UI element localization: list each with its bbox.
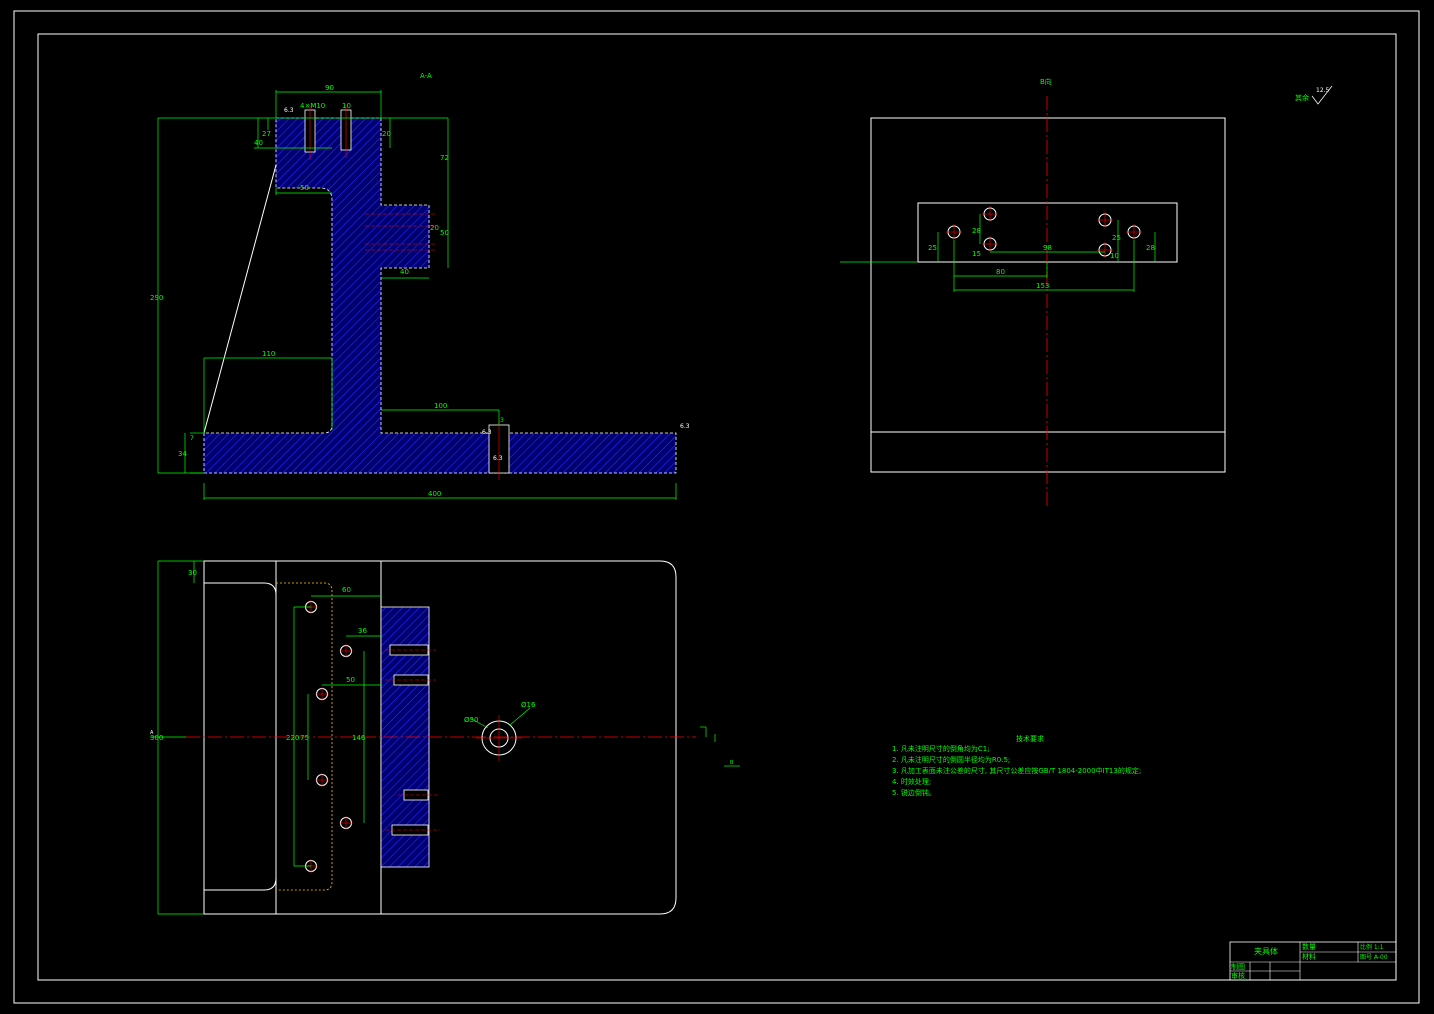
tech-req-item-4: 4. 时效处理; <box>892 777 931 786</box>
p-dim-d30: Ø30 <box>464 716 478 724</box>
section-view-label: A-A <box>420 72 432 80</box>
dim-72: 72 <box>440 154 449 162</box>
b-dim-28b: 28 <box>1146 244 1155 252</box>
p-dim-60: 60 <box>342 586 351 594</box>
dim-290: 290 <box>150 294 163 302</box>
dim-90: 90 <box>325 84 334 92</box>
dim-50b: 50 <box>440 229 449 237</box>
b-dim-98: 98 <box>1043 244 1052 252</box>
title-block: 夹具体 数量 材料 比例 1:1 图号 A-00 制图 审核 <box>1229 941 1397 981</box>
dim-20: 20 <box>382 130 391 138</box>
dim-3: 3 <box>500 417 504 424</box>
drawing-sheet: A-A 90 4×M10 10 20 27 40 72 50 20 50 40 … <box>13 10 1420 1004</box>
dim-40: 40 <box>254 139 263 147</box>
p-dim-75: 75 <box>300 734 309 742</box>
dim-400: 400 <box>428 490 441 498</box>
section-mark-b: B <box>730 760 734 766</box>
p-dim-30: 30 <box>188 569 197 577</box>
title-checked-by: 审核 <box>1231 971 1245 980</box>
roughness-note: 其余 <box>1295 93 1309 102</box>
roughness-2: 6.3 <box>680 423 690 430</box>
rib-edge <box>203 164 277 434</box>
b-dim-25: 25 <box>928 244 937 252</box>
b-dim-10: 10 <box>1110 252 1119 260</box>
view-b: B向 其余 12.5 25 28 15 98 25 10 28 80 153 <box>840 77 1333 508</box>
dim-7: 7 <box>190 435 194 442</box>
title-drawing-no: 图号 A-00 <box>1360 954 1388 961</box>
plan-outline <box>203 560 677 915</box>
dim-hole-callout: 4×M10 <box>300 102 325 110</box>
dim-110: 110 <box>262 350 275 358</box>
dim-34: 34 <box>178 450 187 458</box>
technical-requirements: 技术要求 1. 凡未注明尺寸的倒角均为C1; 2. 凡未注明尺寸的倒圆半径均为R… <box>892 734 1141 797</box>
plan-view: 30 60 36 50 300 220 75 146 Ø30 Ø16 A B <box>150 560 740 915</box>
dim-100: 100 <box>434 402 447 410</box>
title-scale: 比例 1:1 <box>1360 943 1384 951</box>
roughness-4: 6.3 <box>493 455 503 462</box>
roughness-1: 6.3 <box>284 107 294 114</box>
title-part-name: 夹具体 <box>1254 946 1278 956</box>
p-dim-36: 36 <box>358 627 367 635</box>
p-dim-220: 220 <box>286 734 299 742</box>
roughness-3: 6.3 <box>482 429 492 436</box>
tech-req-item-1: 1. 凡未注明尺寸的倒角均为C1; <box>892 744 990 753</box>
inner-frame <box>37 33 1397 981</box>
dim-20b: 20 <box>430 224 439 232</box>
tech-req-title: 技术要求 <box>1016 734 1044 743</box>
outer-border <box>13 10 1420 1004</box>
b-dim-25b: 25 <box>1112 234 1121 242</box>
b-dim-28: 28 <box>972 227 981 235</box>
dim-40b: 40 <box>400 268 409 276</box>
tech-req-item-2: 2. 凡未注明尺寸的倒圆半径均为R0.5; <box>892 755 1010 764</box>
section-view-a-a: A-A 90 4×M10 10 20 27 40 72 50 20 50 40 … <box>150 72 690 500</box>
roughness-value: 12.5 <box>1316 87 1330 94</box>
dim-50: 50 <box>300 184 309 192</box>
p-dim-50: 50 <box>346 676 355 684</box>
tech-req-item-5: 5. 锐边倒钝。 <box>892 788 936 797</box>
view-b-label: B向 <box>1040 77 1052 86</box>
view-b-block <box>917 202 1178 263</box>
b-dim-80: 80 <box>996 268 1005 276</box>
tech-req-item-3: 3. 凡加工表面未注公差的尺寸, 其尺寸公差应按GB/T 1804-2000中I… <box>892 766 1141 775</box>
dim-10: 10 <box>342 102 351 110</box>
title-drawn-by: 制图 <box>1231 962 1245 971</box>
view-b-base <box>870 117 1226 473</box>
title-weight: 材料 <box>1302 952 1316 961</box>
p-dim-146: 146 <box>352 734 366 742</box>
p-dim-d16: Ø16 <box>521 701 536 709</box>
b-dim-153: 153 <box>1036 282 1049 290</box>
b-dim-15: 15 <box>972 250 981 258</box>
dim-27: 27 <box>262 130 271 138</box>
title-material: 数量 <box>1302 942 1316 951</box>
section-mark-a: A <box>150 730 154 736</box>
